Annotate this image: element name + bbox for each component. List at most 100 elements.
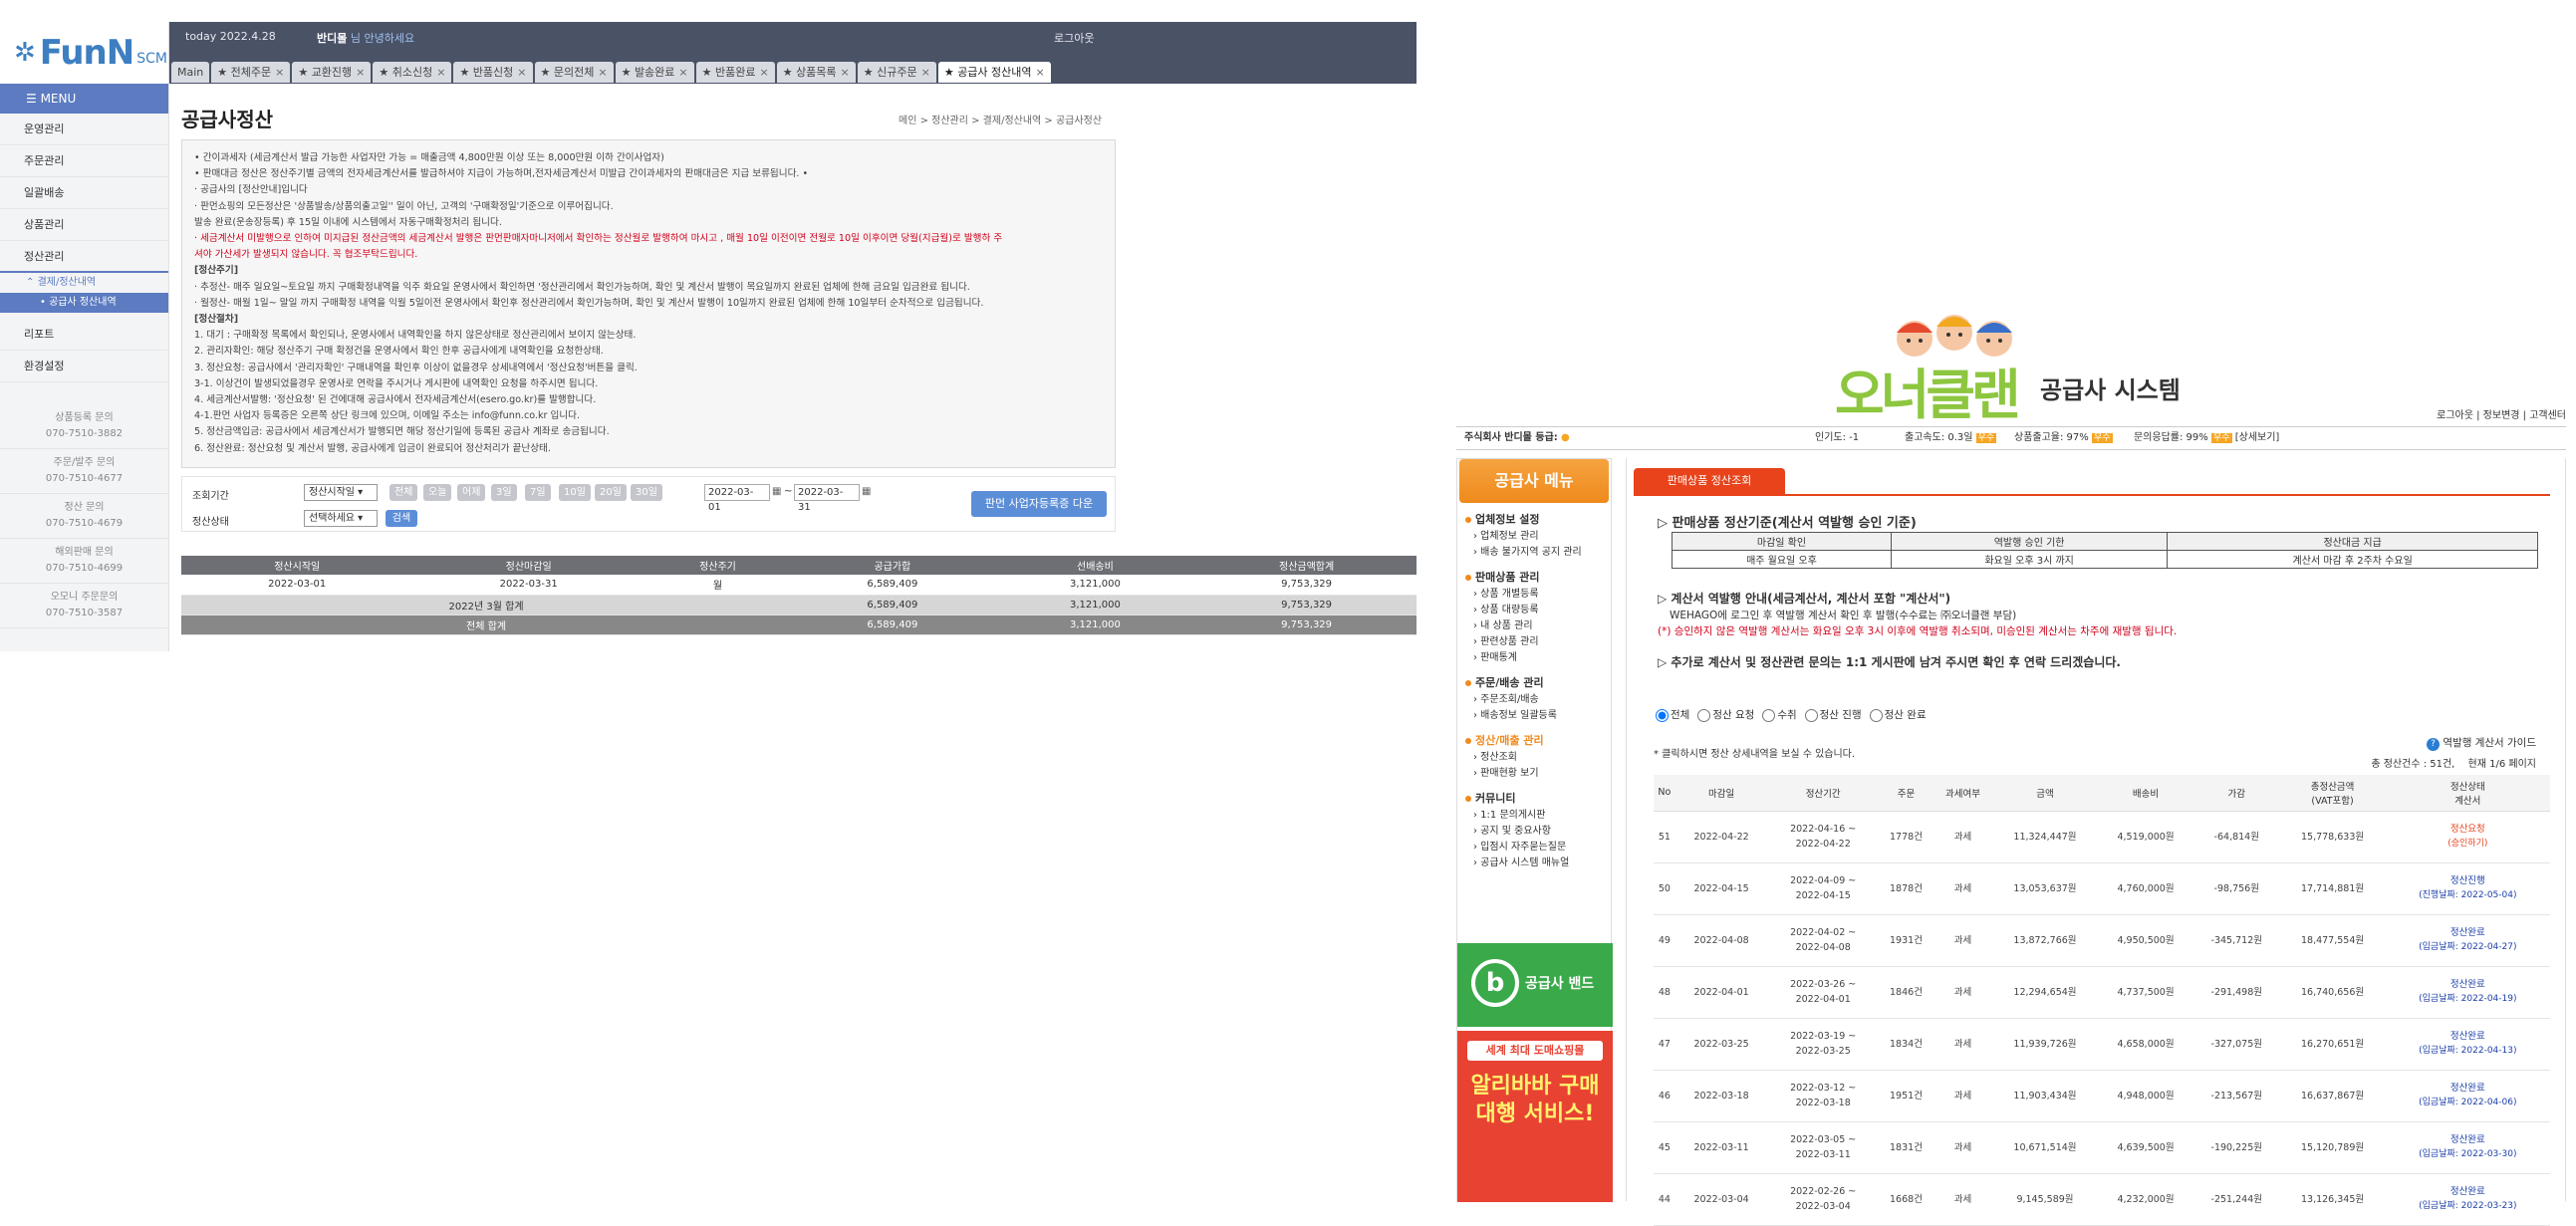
radio-input[interactable] bbox=[1762, 708, 1776, 722]
status-text[interactable]: 정산요청 bbox=[2386, 822, 2550, 837]
alibaba-promo-banner[interactable]: 세계 최대 도매쇼핑몰 알리바바 구매대행 서비스! bbox=[1457, 1031, 1613, 1202]
tab-4[interactable]: ★ 반품신청 × bbox=[453, 62, 533, 83]
status-text[interactable]: 정산완료 bbox=[2386, 1029, 2550, 1044]
tab-10[interactable]: ★ 공급사 정산내역 × bbox=[937, 62, 1051, 83]
close-icon[interactable]: × bbox=[598, 66, 607, 79]
tab-1[interactable]: ★ 전체주문 × bbox=[211, 62, 291, 83]
tab-0[interactable]: Main bbox=[171, 62, 210, 83]
close-icon[interactable]: × bbox=[1036, 66, 1045, 79]
status-text[interactable]: 정산진행 bbox=[2386, 873, 2550, 888]
table-row[interactable]: 49 2022-04-08 2022-04-02 ~ 2022-04-08 1931건 과… bbox=[1654, 914, 2550, 967]
biz-cert-download-button[interactable]: 판먼 사업자등록증 다운 bbox=[971, 491, 1107, 517]
table-row[interactable]: 46 2022-03-18 2022-03-12 ~ 2022-03-18 1951건 과… bbox=[1654, 1070, 2550, 1122]
status-cell[interactable]: 정산완료 (입금날짜: 2022-04-27) bbox=[2385, 914, 2550, 967]
calendar-icon[interactable]: ▦ bbox=[862, 486, 871, 497]
table-row[interactable]: 44 2022-03-04 2022-02-26 ~ 2022-03-04 1668건 과… bbox=[1654, 1173, 2550, 1226]
radio-input[interactable] bbox=[1656, 708, 1669, 722]
table-row[interactable]: 45 2022-03-11 2022-03-05 ~ 2022-03-11 1831건 과… bbox=[1654, 1121, 2550, 1174]
quick-range-button[interactable]: 7일 bbox=[525, 484, 551, 501]
status-radio[interactable]: 정산 요청 bbox=[1697, 708, 1754, 722]
menu-header[interactable]: ☰ MENU bbox=[0, 84, 168, 114]
menu-section[interactable]: 판매상품 관리 bbox=[1457, 561, 1611, 587]
status-cell[interactable]: 정산완료 (입금날짜: 2022-04-06) bbox=[2385, 1070, 2550, 1122]
tab-8[interactable]: ★ 상품목록 × bbox=[776, 62, 856, 83]
sidebar-item[interactable]: 환경설정 bbox=[0, 351, 168, 382]
table-row[interactable]: 50 2022-04-15 2022-04-09 ~ 2022-04-15 1878건 과… bbox=[1654, 862, 2550, 915]
close-icon[interactable]: × bbox=[678, 66, 687, 79]
tab-5[interactable]: ★ 문의전체 × bbox=[534, 62, 614, 83]
sidebar-sub-group[interactable]: ⌃ 결제/정산내역 bbox=[0, 273, 168, 293]
quick-range-button[interactable]: 30일 bbox=[631, 484, 662, 501]
quick-range-button[interactable]: 20일 bbox=[595, 484, 627, 501]
menu-link[interactable]: › 내 상품 관리 bbox=[1457, 618, 1611, 634]
radio-input[interactable] bbox=[1804, 708, 1818, 722]
sidebar-sub-active[interactable]: • 공급사 정산내역 bbox=[0, 293, 168, 313]
table-row[interactable]: 2022-03-01 2022-03-31 월 6,589,409 3,121,000 9… bbox=[181, 575, 1417, 596]
tab-2[interactable]: ★ 교환진행 × bbox=[292, 62, 372, 83]
menu-section[interactable]: 정산/매출 관리 bbox=[1457, 724, 1611, 750]
guide-link[interactable]: ? 역발행 계산서 가이드 bbox=[2427, 735, 2536, 751]
tab-3[interactable]: ★ 취소신청 × bbox=[373, 62, 452, 83]
radio-input[interactable] bbox=[1697, 708, 1711, 722]
status-text[interactable]: 정산완료 bbox=[2386, 1132, 2550, 1147]
table-row[interactable]: 51 2022-04-22 2022-04-16 ~ 2022-04-22 1778건 과… bbox=[1654, 811, 2550, 863]
sidebar-item[interactable]: 상품관리 bbox=[0, 209, 168, 241]
menu-link[interactable]: › 정산조회 bbox=[1457, 750, 1611, 766]
status-cell[interactable]: 정산요청 (승인하기) bbox=[2385, 811, 2550, 863]
status-cell[interactable]: 정산완료 (입금날짜: 2022-04-19) bbox=[2385, 966, 2550, 1019]
menu-link[interactable]: › 업체정보 관리 bbox=[1457, 529, 1611, 545]
close-icon[interactable]: × bbox=[517, 66, 526, 79]
status-text[interactable]: 정산완료 bbox=[2386, 925, 2550, 940]
menu-link[interactable]: › 상품 개별등록 bbox=[1457, 587, 1611, 603]
menu-link[interactable]: › 1:1 문의게시판 bbox=[1457, 808, 1611, 824]
status-radio[interactable]: 정산 완료 bbox=[1869, 708, 1927, 722]
status-radio[interactable]: 수취 bbox=[1762, 708, 1797, 722]
logout-link[interactable]: 로그아웃 bbox=[1054, 30, 1094, 46]
sidebar-item[interactable]: 일괄배송 bbox=[0, 177, 168, 209]
menu-section[interactable]: 커뮤니티 bbox=[1457, 782, 1611, 808]
status-cell[interactable]: 정산완료 (입금날짜: 2022-04-13) bbox=[2385, 1018, 2550, 1071]
quick-range-button[interactable]: 전체 bbox=[389, 484, 418, 501]
tab-6[interactable]: ★ 발송완료 × bbox=[615, 62, 694, 83]
funn-logo[interactable]: ✲ FunN SCM bbox=[0, 22, 169, 84]
date-from-input[interactable]: 2022-03-01 bbox=[704, 484, 770, 513]
table-row[interactable]: 48 2022-04-01 2022-03-26 ~ 2022-04-01 1846건 과… bbox=[1654, 966, 2550, 1019]
status-radio[interactable]: 정산 진행 bbox=[1804, 708, 1862, 722]
menu-link[interactable]: › 주문조회/배송 bbox=[1457, 692, 1611, 708]
calendar-icon[interactable]: ▦ bbox=[772, 486, 781, 497]
ownerclan-logo[interactable]: 오너클랜 공급사 시스템 bbox=[1835, 299, 2213, 426]
menu-link[interactable]: › 배송 불가지역 공지 관리 bbox=[1457, 545, 1611, 561]
tab-9[interactable]: ★ 신규주문 × bbox=[857, 62, 936, 83]
menu-link[interactable]: › 배송정보 일괄등록 bbox=[1457, 708, 1611, 724]
quick-range-button[interactable]: 어제 bbox=[457, 484, 486, 501]
date-to-input[interactable]: 2022-03-31 bbox=[794, 484, 860, 513]
tab-7[interactable]: ★ 반품완료 × bbox=[695, 62, 775, 83]
menu-link[interactable]: › 공급사 시스템 매뉴얼 bbox=[1457, 856, 1611, 871]
sidebar-item[interactable]: 정산관리 bbox=[0, 241, 168, 273]
sidebar-item[interactable]: 주문관리 bbox=[0, 145, 168, 177]
menu-section[interactable]: 주문/배송 관리 bbox=[1457, 666, 1611, 692]
search-button[interactable]: 검색 bbox=[386, 510, 417, 527]
quick-range-button[interactable]: 3일 bbox=[491, 484, 517, 501]
status-cell[interactable]: 정산진행 (진행날짜: 2022-05-04) bbox=[2385, 862, 2550, 915]
status-radio[interactable]: 전체 bbox=[1656, 708, 1689, 722]
radio-input[interactable] bbox=[1869, 708, 1883, 722]
close-icon[interactable]: × bbox=[436, 66, 445, 79]
quick-range-button[interactable]: 오늘 bbox=[423, 484, 452, 501]
menu-link[interactable]: › 판매현황 보기 bbox=[1457, 766, 1611, 782]
status-select[interactable]: 선택하세요 ▾ bbox=[304, 510, 378, 527]
status-cell[interactable]: 정산완료 (입금날짜: 2022-03-30) bbox=[2385, 1121, 2550, 1174]
sidebar-item[interactable]: 리포트 bbox=[0, 319, 168, 351]
menu-link[interactable]: › 판련상품 관리 bbox=[1457, 634, 1611, 650]
detail-link[interactable]: [상세보기] bbox=[2235, 432, 2280, 443]
quick-range-button[interactable]: 10일 bbox=[559, 484, 591, 501]
menu-link[interactable]: › 상품 대량등록 bbox=[1457, 603, 1611, 618]
tab-settlement-query[interactable]: 판매상품 정산조회 bbox=[1634, 468, 1785, 494]
menu-link[interactable]: › 공지 및 중요사항 bbox=[1457, 824, 1611, 840]
close-icon[interactable]: × bbox=[841, 66, 850, 79]
band-banner[interactable]: b 공급사 밴드 bbox=[1457, 943, 1613, 1027]
menu-section[interactable]: 업체정보 설정 bbox=[1457, 503, 1611, 529]
table-row[interactable]: 47 2022-03-25 2022-03-19 ~ 2022-03-25 1834건 과… bbox=[1654, 1018, 2550, 1071]
status-text[interactable]: 정산완료 bbox=[2386, 1081, 2550, 1096]
status-cell[interactable]: 정산완료 (입금날짜: 2022-03-23) bbox=[2385, 1173, 2550, 1226]
